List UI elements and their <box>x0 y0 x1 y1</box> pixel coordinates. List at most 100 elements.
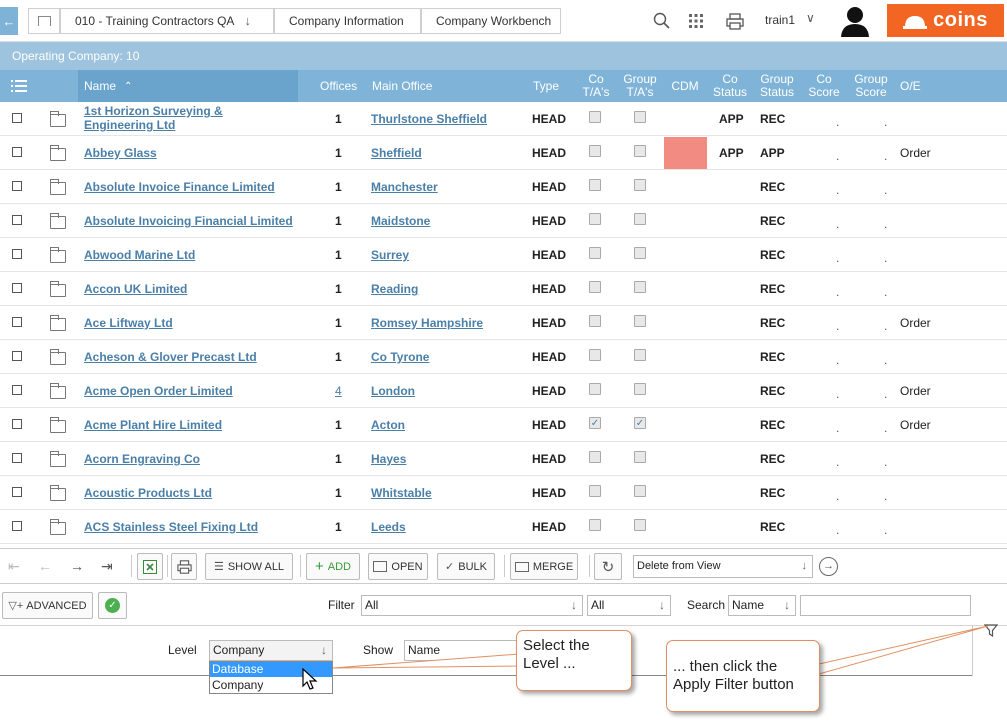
folder-icon[interactable] <box>50 315 66 331</box>
company-name-link[interactable]: Absolute Invoice Finance Limited <box>84 180 294 194</box>
user-name[interactable]: train1 <box>765 13 795 27</box>
column-header-main-office[interactable]: Main Office <box>372 70 432 102</box>
folder-icon[interactable] <box>50 281 66 297</box>
main-office-link[interactable]: Sheffield <box>371 146 422 160</box>
back-button[interactable]: ← <box>0 7 18 35</box>
company-name-link[interactable]: Acoustic Products Ltd <box>84 486 294 500</box>
company-name-link[interactable]: Acheson & Glover Precast Ltd <box>84 350 294 364</box>
main-office-link[interactable]: Leeds <box>371 520 406 534</box>
breadcrumb-company[interactable]: 010 - Training Contractors QA ↓ <box>60 8 274 34</box>
column-header-cdm[interactable]: CDM <box>664 70 706 102</box>
apply-button[interactable]: ✓ <box>98 592 127 619</box>
refresh-button[interactable]: ↻ <box>594 553 622 580</box>
main-office-link[interactable]: Thurlstone Sheffield <box>371 112 487 126</box>
sort-up-icon[interactable]: ⌃ <box>124 80 132 93</box>
row-select-checkbox[interactable] <box>12 113 22 123</box>
search-input[interactable] <box>800 595 971 616</box>
table-row[interactable]: Absolute Invoicing Financial Limited 1 Mai… <box>0 204 1007 238</box>
row-select-checkbox[interactable] <box>12 317 22 327</box>
column-header-co-tas[interactable]: Co T/A's <box>578 70 614 102</box>
breadcrumb-company-workbench[interactable]: Company Workbench <box>421 8 561 34</box>
chevron-down-icon[interactable]: ∨ <box>806 11 815 25</box>
column-header-group-tas[interactable]: Group T/A's <box>620 70 660 102</box>
breadcrumb-company-information[interactable]: Company Information <box>274 8 421 34</box>
row-select-checkbox[interactable] <box>12 215 22 225</box>
company-name-link[interactable]: Absolute Invoicing Financial Limited <box>84 214 294 228</box>
table-row[interactable]: Acme Open Order Limited 4 London HEAD REC.. O… <box>0 374 1007 408</box>
folder-icon[interactable] <box>50 349 66 365</box>
company-name-link[interactable]: 1st Horizon Surveying & Engineering Ltd <box>84 104 294 132</box>
column-header-name[interactable]: Name ⌃ <box>84 70 132 102</box>
search-field-select[interactable]: Name ↓ <box>728 595 796 616</box>
company-name-link[interactable]: Acorn Engraving Co <box>84 452 294 466</box>
row-select-checkbox[interactable] <box>12 181 22 191</box>
main-office-link[interactable]: London <box>371 384 415 398</box>
merge-button[interactable]: MERGE <box>510 553 578 580</box>
arrow-down-icon[interactable]: ↓ <box>245 13 252 28</box>
main-office-link[interactable]: Surrey <box>371 248 409 262</box>
column-header-co-status[interactable]: Co Status <box>710 70 750 102</box>
column-header-group-score[interactable]: Group Score <box>850 70 892 102</box>
row-select-checkbox[interactable] <box>12 283 22 293</box>
company-name-link[interactable]: Abbey Glass <box>84 146 294 160</box>
offices-value[interactable]: 4 <box>335 384 342 398</box>
main-office-link[interactable]: Acton <box>371 418 405 432</box>
action-select[interactable]: Delete from View ↓ <box>633 555 813 578</box>
main-office-link[interactable]: Hayes <box>371 452 406 466</box>
company-name-link[interactable]: Accon UK Limited <box>84 282 294 296</box>
column-header-offices[interactable]: Offices <box>320 70 357 102</box>
table-row[interactable]: Absolute Invoice Finance Limited 1 Manches… <box>0 170 1007 204</box>
open-button[interactable]: OPEN <box>368 553 428 580</box>
first-page-icon[interactable]: ⇤ <box>8 558 20 575</box>
main-office-link[interactable]: Reading <box>371 282 418 296</box>
folder-icon[interactable] <box>50 179 66 195</box>
table-row[interactable]: Abbey Glass 1 Sheffield HEAD APP APP.. Order <box>0 136 1007 170</box>
print-button[interactable] <box>171 553 197 580</box>
advanced-button[interactable]: ▽+ ADVANCED <box>2 592 93 619</box>
row-select-checkbox[interactable] <box>12 385 22 395</box>
main-office-link[interactable]: Romsey Hampshire <box>371 316 483 330</box>
add-button[interactable]: + ADD <box>306 553 360 580</box>
table-row[interactable]: Ace Liftway Ltd 1 Romsey Hampshire HEAD REC.… <box>0 306 1007 340</box>
row-select-checkbox[interactable] <box>12 521 22 531</box>
folder-icon[interactable] <box>50 247 66 263</box>
folder-icon[interactable] <box>50 383 66 399</box>
print-icon[interactable] <box>724 10 746 32</box>
table-row[interactable]: 1st Horizon Surveying & Engineering Ltd 1… <box>0 102 1007 136</box>
column-header-co-score[interactable]: Co Score <box>806 70 842 102</box>
show-all-button[interactable]: ☰ SHOW ALL <box>205 553 293 580</box>
main-office-link[interactable]: Manchester <box>371 180 438 194</box>
company-name-link[interactable]: ACS Stainless Steel Fixing Ltd <box>84 520 294 534</box>
go-action-button[interactable]: → <box>819 557 838 576</box>
export-excel-button[interactable] <box>137 553 163 580</box>
filter-select[interactable]: All ↓ <box>361 595 583 616</box>
main-office-link[interactable]: Co Tyrone <box>371 350 429 364</box>
prev-page-icon[interactable]: ← <box>38 558 52 574</box>
folder-icon[interactable] <box>50 213 66 229</box>
row-select-checkbox[interactable] <box>12 351 22 361</box>
main-office-link[interactable]: Whitstable <box>371 486 432 500</box>
last-page-icon[interactable]: ⇥ <box>101 558 113 575</box>
row-select-checkbox[interactable] <box>12 487 22 497</box>
next-page-icon[interactable]: → <box>70 558 84 574</box>
folder-icon[interactable] <box>50 485 66 501</box>
company-name-link[interactable]: Acme Open Order Limited <box>84 384 294 398</box>
search-icon[interactable] <box>651 10 673 32</box>
folder-icon[interactable] <box>50 145 66 161</box>
table-row[interactable]: Acorn Engraving Co 1 Hayes HEAD REC.. <box>0 442 1007 476</box>
company-name-link[interactable]: Abwood Marine Ltd <box>84 248 294 262</box>
company-name-link[interactable]: Acme Plant Hire Limited <box>84 418 294 432</box>
main-office-link[interactable]: Maidstone <box>371 214 430 228</box>
folder-icon[interactable] <box>50 111 66 127</box>
filter-select-2[interactable]: All ↓ <box>587 595 671 616</box>
folder-icon[interactable] <box>50 417 66 433</box>
bulk-button[interactable]: ✓ BULK <box>437 553 495 580</box>
home-crumb[interactable] <box>28 8 60 34</box>
table-row[interactable]: Acheson & Glover Precast Ltd 1 Co Tyrone HE… <box>0 340 1007 374</box>
row-select-checkbox[interactable] <box>12 453 22 463</box>
table-row[interactable]: Abwood Marine Ltd 1 Surrey HEAD REC.. <box>0 238 1007 272</box>
table-row[interactable]: Acme Plant Hire Limited 1 Acton HEAD ✓ ✓ REC..… <box>0 408 1007 442</box>
folder-icon[interactable] <box>50 451 66 467</box>
apps-grid-icon[interactable] <box>685 10 707 32</box>
folder-icon[interactable] <box>50 519 66 535</box>
